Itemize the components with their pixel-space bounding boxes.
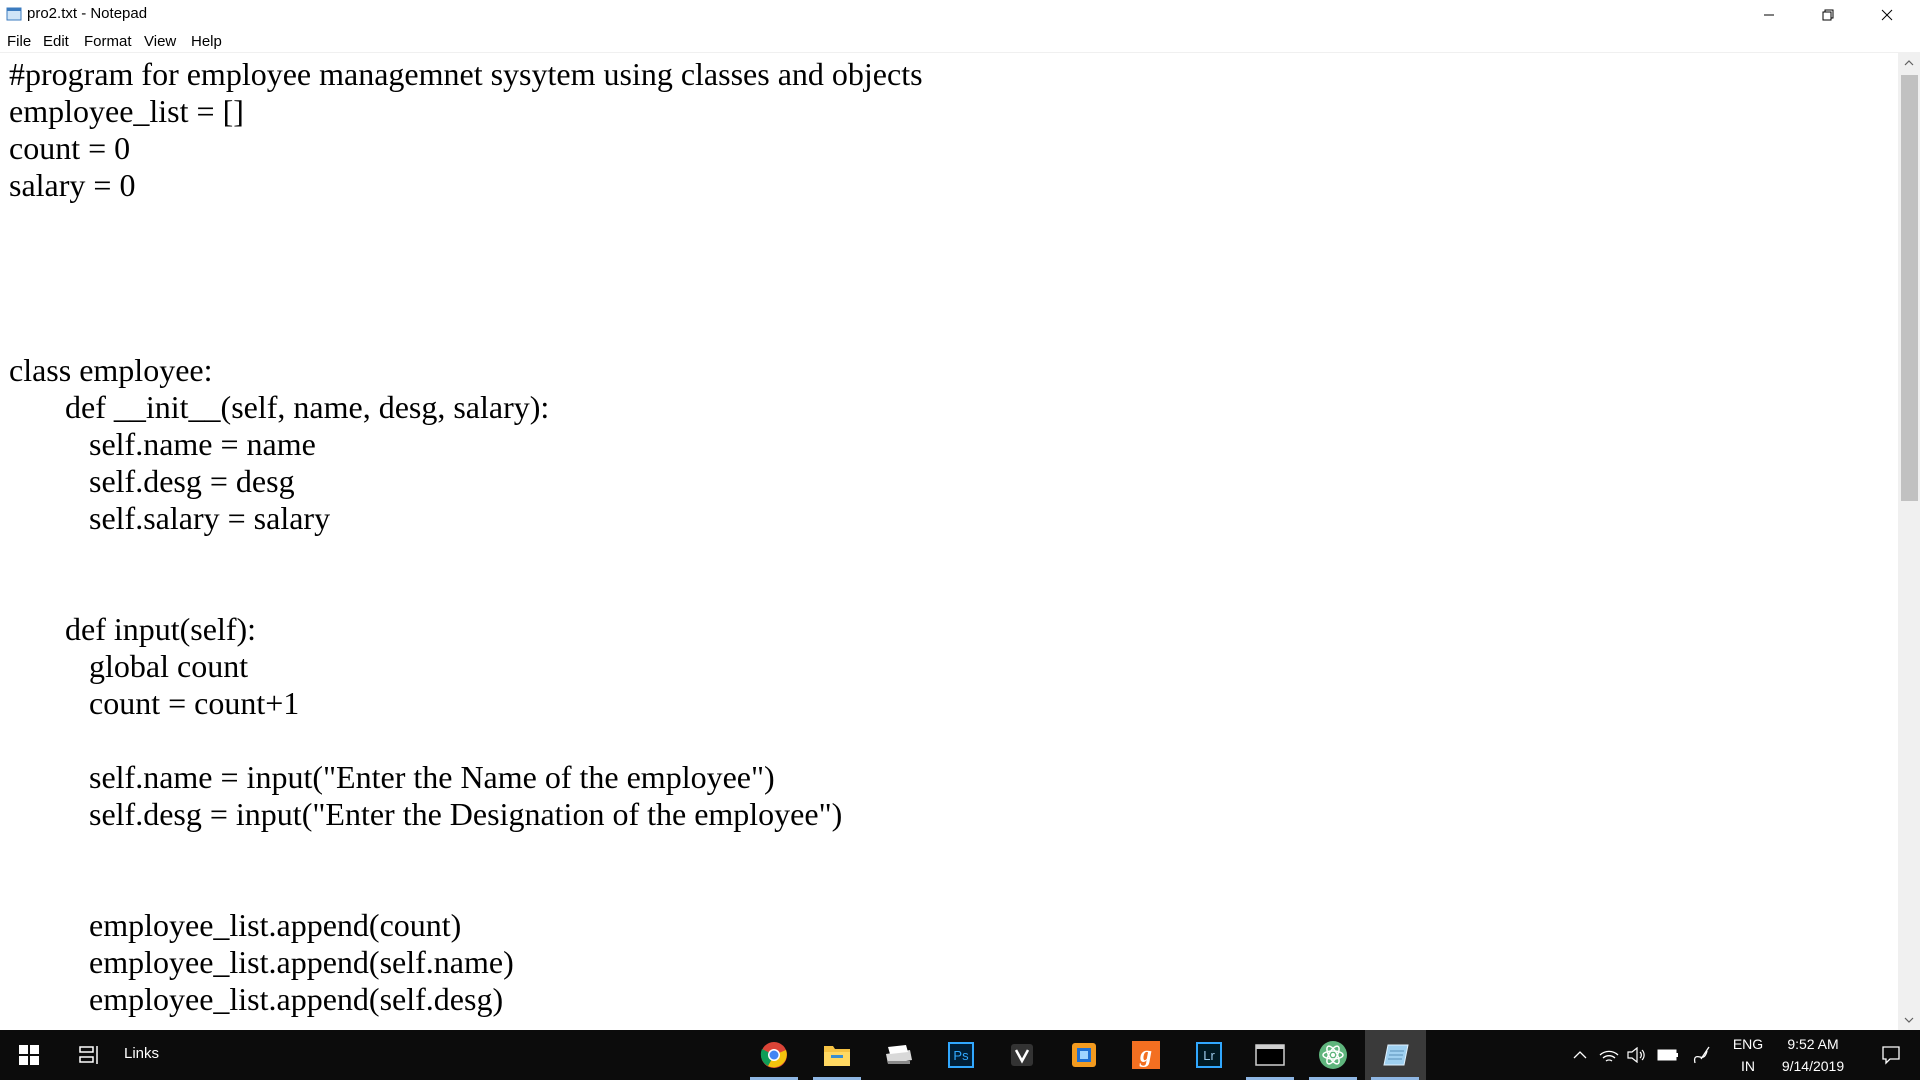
pen-icon	[1693, 1046, 1710, 1064]
menu-view[interactable]: View	[144, 33, 176, 50]
scroll-down-arrow[interactable]	[1898, 1010, 1920, 1030]
lightroom-label: Lr	[1203, 1047, 1215, 1063]
notepad-icon	[6, 7, 22, 21]
start-button[interactable]	[0, 1030, 58, 1080]
input-region[interactable]: IN	[1730, 1058, 1766, 1074]
text-line: count = 0	[9, 130, 131, 166]
notification-icon	[1882, 1046, 1900, 1065]
action-center-button[interactable]	[1866, 1030, 1916, 1080]
task-view-button[interactable]	[72, 1030, 108, 1080]
text-line: global count	[9, 648, 249, 684]
taskbar-app-lightroom[interactable]: Lr	[1179, 1030, 1239, 1080]
pen-workspace-button[interactable]	[1688, 1030, 1714, 1080]
restore-button[interactable]	[1799, 0, 1857, 30]
battery-button[interactable]	[1655, 1030, 1681, 1080]
photoshop-label: Ps	[953, 1047, 969, 1063]
notepad-window: pro2.txt - Notepad File Edit Format View…	[0, 0, 1920, 1030]
taskbar-app-g[interactable]: g	[1116, 1030, 1176, 1080]
taskbar-app-photoshop[interactable]: Ps	[931, 1030, 991, 1080]
taskbar-app-notepad[interactable]	[1365, 1030, 1426, 1080]
text-line: employee_list.append(self.name)	[9, 944, 514, 980]
volume-button[interactable]	[1625, 1030, 1649, 1080]
speaker-icon	[1627, 1047, 1645, 1063]
chevron-up-icon	[1573, 1051, 1587, 1059]
taskbar-app-explorer[interactable]	[807, 1030, 867, 1080]
atom-icon	[1319, 1041, 1347, 1069]
minimize-button[interactable]	[1740, 0, 1798, 30]
menu-bar: File Edit Format View Help	[0, 30, 1920, 52]
menu-format[interactable]: Format	[84, 33, 132, 50]
title-bar[interactable]: pro2.txt - Notepad	[0, 0, 1920, 30]
lightroom-icon: Lr	[1196, 1042, 1222, 1068]
notepad-icon	[1382, 1044, 1409, 1066]
file-explorer-icon	[824, 1046, 850, 1066]
windows-logo-icon	[19, 1045, 39, 1065]
clock-time[interactable]: 9:52 AM	[1770, 1036, 1856, 1052]
show-hidden-icons-button[interactable]	[1568, 1030, 1592, 1080]
network-button[interactable]	[1597, 1030, 1621, 1080]
gmail-g-icon: g	[1132, 1041, 1160, 1069]
text-line: self.name = name	[9, 426, 316, 462]
links-toolbar-label[interactable]: Links	[124, 1045, 159, 1062]
scroll-thumb[interactable]	[1901, 75, 1918, 501]
text-line: self.desg = desg	[9, 463, 295, 499]
scanner-icon	[886, 1045, 912, 1064]
chrome-icon	[760, 1042, 787, 1068]
taskbar-app-vectornator[interactable]	[992, 1030, 1052, 1080]
taskbar-app-atom[interactable]	[1303, 1030, 1363, 1080]
g-label: g	[1140, 1041, 1152, 1068]
text-line: self.desg = input("Enter the Designation…	[9, 796, 843, 832]
wifi-icon	[1599, 1050, 1619, 1062]
terminal-icon	[1255, 1044, 1285, 1066]
taskbar-app-scanner[interactable]	[868, 1030, 928, 1080]
text-line: def __init__(self, name, desg, salary):	[9, 389, 550, 425]
vectornator-icon	[1011, 1044, 1033, 1066]
text-editor[interactable]: #program for employee managemnet sysytem…	[0, 53, 1898, 1030]
input-language[interactable]: ENG	[1730, 1036, 1766, 1052]
menu-file[interactable]: File	[7, 33, 31, 50]
scroll-up-arrow[interactable]	[1898, 53, 1920, 73]
text-line: class employee:	[9, 352, 213, 388]
clock-date[interactable]: 9/14/2019	[1770, 1058, 1856, 1074]
text-line: employee_list.append(count)	[9, 907, 462, 943]
taskbar: Links Ps g Lr ENG IN 9:52 AM 9/14/2019	[0, 1030, 1920, 1080]
window-title: pro2.txt - Notepad	[27, 5, 148, 22]
text-line: employee_list.append(self.desg)	[9, 981, 504, 1017]
text-line: #program for employee managemnet sysytem…	[9, 56, 923, 92]
close-button[interactable]	[1858, 0, 1916, 30]
taskbar-app-office[interactable]	[1054, 1030, 1114, 1080]
menu-edit[interactable]: Edit	[43, 33, 69, 50]
taskbar-app-chrome[interactable]	[744, 1030, 804, 1080]
office-icon	[1072, 1043, 1096, 1067]
battery-icon	[1657, 1049, 1678, 1061]
text-line: count = count+1	[9, 685, 300, 721]
task-view-icon	[79, 1046, 98, 1064]
taskbar-app-terminal[interactable]	[1240, 1030, 1300, 1080]
menu-help[interactable]: Help	[191, 33, 222, 50]
photoshop-icon: Ps	[948, 1042, 974, 1068]
text-line: self.salary = salary	[9, 500, 331, 536]
text-line: def input(self):	[9, 611, 257, 647]
text-line: employee_list = []	[9, 93, 244, 129]
text-line: self.name = input("Enter the Name of the…	[9, 759, 775, 795]
text-line: salary = 0	[9, 167, 136, 203]
vertical-scrollbar[interactable]	[1898, 53, 1920, 1030]
